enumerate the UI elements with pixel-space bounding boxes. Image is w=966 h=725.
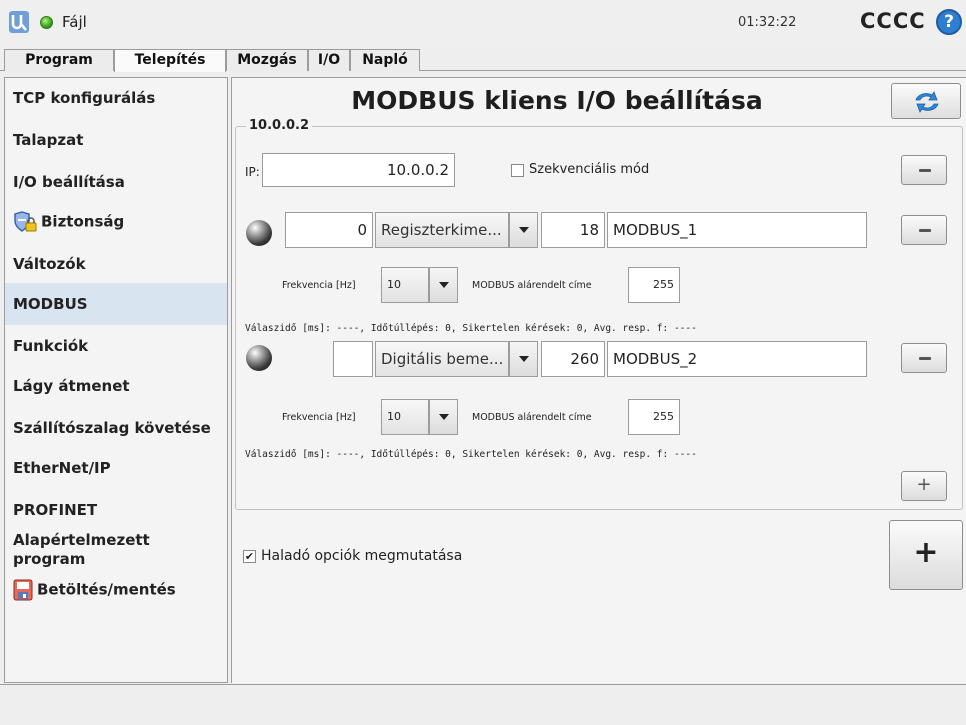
tab-installation[interactable]: Telepítés (114, 49, 226, 72)
sidebar-item-safety[interactable]: Biztonság (5, 211, 227, 233)
signal-1-status-icon (246, 220, 272, 246)
signal-2-status-icon (246, 345, 272, 371)
file-menu[interactable]: Fájl (62, 13, 87, 31)
sidebar-item-features[interactable]: Funkciók (5, 337, 227, 355)
sidebar-item-io-setup[interactable]: I/O beállítása (5, 173, 227, 191)
signal-1-slave-address-label: MODBUS alárendelt címe (472, 280, 592, 291)
signal-1-status-line: Válaszidő [ms]: ----, Időtúllépés: 0, Si… (245, 323, 697, 334)
signal-1-frequency-select[interactable]: 10 (381, 267, 429, 303)
signal-2-address[interactable]: 260 (541, 341, 605, 377)
ip-label: IP: (245, 165, 260, 179)
remove-server-button[interactable] (901, 155, 947, 185)
top-bar: Fájl 01:32:22 CCCC ? (0, 0, 966, 46)
signal-1-name[interactable]: MODBUS_1 (607, 212, 867, 248)
signal-1-frequency-dropdown-icon[interactable] (429, 267, 458, 303)
tab-move[interactable]: Mozgás (226, 49, 308, 71)
signal-1-frequency-label: Frekvencia [Hz] (282, 280, 356, 291)
sidebar-item-variables[interactable]: Változók (5, 255, 227, 273)
robot-name: CCCC (860, 9, 926, 33)
refresh-icon (915, 91, 939, 113)
signal-1-type-select[interactable]: Regiszterkime... (375, 212, 509, 248)
add-signal-button[interactable]: + (901, 471, 947, 501)
signal-2-type-dropdown-icon[interactable] (509, 341, 538, 377)
sidebar-item-mounting[interactable]: Talapzat (5, 131, 227, 149)
signal-2-frequency-select[interactable]: 10 (381, 399, 429, 435)
signal-2-name[interactable]: MODBUS_2 (607, 341, 867, 377)
signal-2-status-line: Válaszidő [ms]: ----, Időtúllépés: 0, Si… (245, 449, 697, 460)
modbus-panel: MODBUS kliens I/O beállítása 10.0.0.2 IP… (231, 77, 966, 683)
sidebar-item-smooth-transition[interactable]: Lágy átmenet (5, 377, 227, 395)
sidebar-item-modbus[interactable]: MODBUS (5, 283, 227, 325)
clock: 01:32:22 (738, 15, 797, 30)
advanced-options-checkbox[interactable]: ✔ (243, 550, 256, 563)
sidebar-item-load-save-label: Betöltés/mentés (37, 580, 176, 599)
signal-1-type-dropdown-icon[interactable] (509, 212, 538, 248)
remove-signal-2-button[interactable] (901, 343, 947, 373)
add-server-button[interactable]: + (889, 520, 963, 590)
signal-2-frequency-label: Frekvencia [Hz] (282, 412, 356, 423)
sidebar-item-conveyor-tracking[interactable]: Szállítószalag követése (5, 419, 227, 437)
signal-1-value[interactable]: 0 (285, 212, 373, 248)
sidebar-item-ethernet-ip[interactable]: EtherNet/IP (5, 459, 227, 477)
modbus-server-group: 10.0.0.2 IP: 10.0.0.2 Szekvenciális mód … (235, 118, 963, 510)
shield-lock-icon (14, 211, 37, 232)
main-tab-bar: Program Telepítés Mozgás I/O Napló (0, 46, 966, 72)
save-icon (13, 579, 33, 601)
sidebar-item-profinet[interactable]: PROFINET (5, 501, 227, 519)
tab-io[interactable]: I/O (308, 49, 350, 71)
signal-2-value[interactable] (333, 341, 373, 377)
tab-log[interactable]: Napló (350, 49, 420, 71)
signal-2-slave-address-label: MODBUS alárendelt címe (472, 412, 592, 423)
help-icon[interactable]: ? (936, 9, 962, 35)
signal-1-address[interactable]: 18 (541, 212, 605, 248)
remove-signal-1-button[interactable] (901, 215, 947, 245)
server-legend: 10.0.0.2 (246, 118, 313, 133)
sidebar-item-default-program[interactable]: Alapértelmezett program (5, 531, 205, 569)
page-title: MODBUS kliens I/O beállítása (351, 86, 763, 115)
signal-2-frequency-dropdown-icon[interactable] (429, 399, 458, 435)
signal-1-slave-address-input[interactable]: 255 (628, 267, 680, 303)
tab-program[interactable]: Program (4, 49, 114, 71)
signal-2-slave-address-input[interactable]: 255 (628, 399, 680, 435)
sequential-mode-checkbox[interactable] (511, 164, 524, 177)
robot-status-icon (40, 16, 53, 29)
refresh-button[interactable] (891, 83, 961, 119)
ur-logo-icon (9, 11, 29, 33)
sidebar-item-load-save[interactable]: Betöltés/mentés (5, 579, 227, 601)
advanced-options-label: Haladó opciók megmutatása (261, 548, 463, 564)
footer-bar (0, 684, 966, 725)
ip-input[interactable]: 10.0.0.2 (262, 153, 455, 187)
sidebar-item-safety-label: Biztonság (41, 212, 125, 231)
sidebar-item-tcp[interactable]: TCP konfigurálás (5, 89, 227, 107)
sequential-mode-label: Szekvenciális mód (529, 162, 650, 177)
installation-sidebar: TCP konfigurálás Talapzat I/O beállítása… (4, 77, 228, 683)
signal-2-type-select[interactable]: Digitális beme... (375, 341, 509, 377)
